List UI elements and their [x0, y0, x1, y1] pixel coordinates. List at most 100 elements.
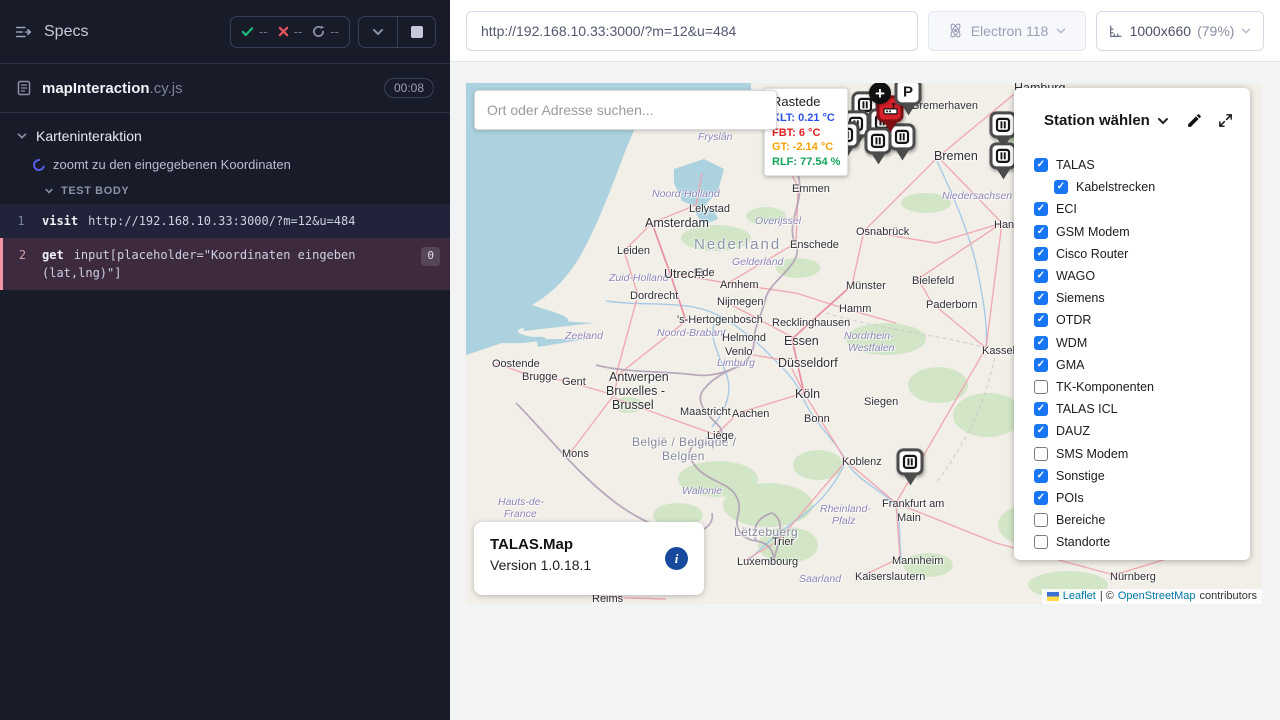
checkbox[interactable]: ✓	[1054, 180, 1068, 194]
checkbox-label: ECI	[1056, 202, 1077, 216]
checkbox[interactable]: ✓	[1034, 202, 1048, 216]
cluster-expand-marker[interactable]: +	[869, 83, 891, 104]
map-label: Enschede	[790, 239, 839, 251]
station-filter-talas[interactable]: ✓TALAS	[1034, 154, 1242, 176]
checkbox[interactable]: ✓	[1034, 247, 1048, 261]
station-filter-wago[interactable]: ✓WAGO	[1034, 265, 1242, 287]
aut-viewport: HamburgBremerhavenBremenNiedersachsenHan…	[450, 62, 1280, 720]
x-icon	[278, 26, 289, 37]
station-filter-talas-icl[interactable]: ✓TALAS ICL	[1034, 398, 1242, 420]
suite-karteninteraktion[interactable]: Karteninteraktion	[0, 121, 450, 151]
chevron-down-icon[interactable]	[1156, 114, 1170, 128]
station-filter-kabelstrecken[interactable]: ✓Kabelstrecken	[1054, 176, 1242, 198]
checkbox[interactable]	[1034, 380, 1048, 394]
station-filter-standorte[interactable]: Standorte	[1034, 531, 1242, 553]
command-row[interactable]: 2getinput[placeholder="Koordinaten einge…	[0, 238, 450, 290]
test-body-label: TEST BODY	[61, 185, 129, 197]
map-label: Gent	[562, 376, 586, 388]
map-label: Saarland	[799, 573, 841, 585]
checkbox[interactable]: ✓	[1034, 469, 1048, 483]
station-filter-otdr[interactable]: ✓ OTDR	[1034, 309, 1242, 331]
station-filter-wdm[interactable]: ✓WDM	[1034, 332, 1242, 354]
checkbox[interactable]: ✓	[1034, 402, 1048, 416]
leaflet-link[interactable]: Leaflet	[1063, 590, 1096, 602]
info-icon[interactable]: i	[665, 547, 688, 570]
test-title-row[interactable]: zoomt zu den eingegebenen Koordinaten	[0, 151, 450, 178]
checkbox-label: TK-Komponenten	[1056, 380, 1154, 394]
station-filter-eci[interactable]: ✓ ECI	[1034, 198, 1242, 220]
station-filter-gma[interactable]: ✓GMA	[1034, 354, 1242, 376]
viewport-selector[interactable]: 1000x660 (79%)	[1096, 11, 1264, 51]
checkbox[interactable]: ✓	[1034, 358, 1048, 372]
stop-icon	[411, 26, 423, 38]
map-label: Amsterdam	[645, 216, 709, 230]
station-marker[interactable]	[990, 142, 1017, 169]
parking-poi-marker[interactable]: P	[895, 83, 922, 105]
station-marker[interactable]	[897, 448, 924, 475]
map-label: Siegen	[864, 396, 898, 408]
test-stats: -- -- --	[230, 16, 350, 48]
station-filter-cisco-router[interactable]: ✓Cisco Router	[1034, 243, 1242, 265]
search-input[interactable]	[474, 90, 777, 130]
spec-file-row[interactable]: mapInteraction.cy.js 00:08	[0, 64, 450, 113]
edit-pencil-icon[interactable]	[1186, 112, 1203, 129]
checkbox[interactable]: ✓	[1034, 424, 1048, 438]
station-filter-dauz[interactable]: ✓DAUZ	[1034, 420, 1242, 442]
checkbox[interactable]	[1034, 447, 1048, 461]
map-label: Nordrhein-	[844, 330, 894, 342]
station-filter-tk-komponenten[interactable]: TK-Komponenten	[1034, 376, 1242, 398]
map-label: Osnabrück	[856, 226, 909, 238]
station-filter-siemens[interactable]: ✓Siemens	[1034, 287, 1242, 309]
app-version: Version 1.0.18.1	[490, 557, 688, 573]
app-window: Specs -- -- --	[0, 0, 1280, 720]
chevron-down-icon	[371, 25, 385, 39]
specs-header: Specs -- -- --	[0, 0, 450, 64]
station-filter-bereiche[interactable]: Bereiche	[1034, 509, 1242, 531]
checkbox[interactable]: ✓	[1034, 291, 1048, 305]
app-title: TALAS.Map	[490, 536, 688, 553]
checkbox[interactable]: ✓	[1034, 313, 1048, 327]
chevron-down-icon	[1240, 25, 1252, 37]
checkbox-label: Standorte	[1056, 535, 1110, 549]
checkbox[interactable]	[1034, 513, 1048, 527]
command-log: 1visithttp://192.168.10.33:3000/?m=12&u=…	[0, 204, 450, 290]
map-label: Brussel	[612, 398, 654, 412]
map-label: Overijssel	[755, 215, 801, 227]
url-input[interactable]	[466, 11, 918, 51]
station-filter-sonstige[interactable]: ✓Sonstige	[1034, 465, 1242, 487]
collapse-button[interactable]	[359, 17, 397, 47]
test-body-row[interactable]: TEST BODY	[0, 178, 450, 204]
command-row[interactable]: 1visithttp://192.168.10.33:3000/?m=12&u=…	[0, 204, 450, 238]
map-label: Maastricht	[680, 406, 731, 418]
osm-link[interactable]: OpenStreetMap	[1118, 590, 1196, 602]
map-label: Bruxelles -	[606, 384, 665, 398]
expand-icon[interactable]	[1217, 112, 1234, 129]
leaflet-map[interactable]: HamburgBremerhavenBremenNiedersachsenHan…	[466, 83, 1262, 604]
map-label: Lelystad	[689, 203, 730, 215]
checkbox[interactable]: ✓	[1034, 336, 1048, 350]
checkbox-label: OTDR	[1056, 313, 1091, 327]
map-label: Mannheim	[892, 555, 943, 567]
spec-extension: .cy.js	[150, 80, 183, 97]
map-label: Belgien	[662, 449, 705, 463]
command-text: visithttp://192.168.10.33:3000/?m=12&u=4…	[42, 212, 440, 230]
station-filter-gsm-modem[interactable]: ✓GSM Modem	[1034, 221, 1242, 243]
checkbox[interactable]: ✓	[1034, 491, 1048, 505]
map-label: Fryslân	[698, 131, 732, 143]
station-filter-pois[interactable]: ✓POIs	[1034, 487, 1242, 509]
station-filter-sms-modem[interactable]: SMS Modem	[1034, 442, 1242, 464]
stop-button[interactable]	[397, 17, 435, 47]
station-marker[interactable]	[990, 111, 1017, 138]
browser-name: Electron 118	[971, 23, 1049, 39]
map-label: Trier	[772, 536, 794, 548]
checkbox[interactable]: ✓	[1034, 269, 1048, 283]
checkbox[interactable]: ✓	[1034, 225, 1048, 239]
map-label: 's-Hertogenbosch	[677, 314, 763, 326]
checkbox[interactable]	[1034, 535, 1048, 549]
map-label: Nijmegen	[717, 296, 763, 308]
checkbox[interactable]: ✓	[1034, 158, 1048, 172]
browser-selector[interactable]: Electron 118	[928, 11, 1086, 51]
map-label: Köln	[795, 387, 820, 401]
test-tree: Karteninteraktion zoomt zu den eingegebe…	[0, 113, 450, 298]
specs-list-icon[interactable]	[14, 23, 32, 41]
